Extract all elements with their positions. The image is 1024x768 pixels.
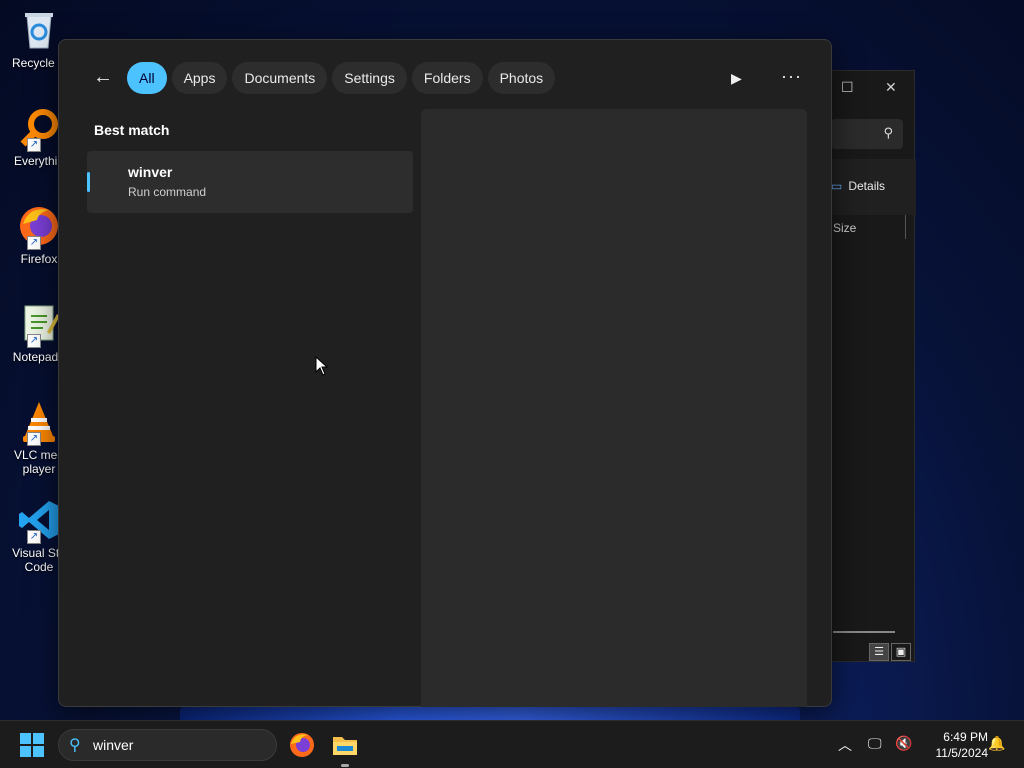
running-indicator [341,764,349,767]
taskbar-firefox[interactable] [288,731,316,759]
everything-search-icon: ↗ [17,106,61,152]
back-arrow-icon[interactable]: ← [93,66,113,89]
mouse-cursor-icon [315,356,329,376]
filter-documents[interactable]: Documents [232,62,328,94]
desktop-icon-label-line2: player [22,462,56,476]
filter-apps[interactable]: Apps [171,62,228,94]
start-button[interactable] [20,733,44,757]
column-header-size[interactable]: Size [833,221,856,235]
desktop-icon-label-line2: Code [24,560,54,574]
filter-folders[interactable]: Folders [411,62,483,94]
result-name: winver [128,164,173,180]
desktop-icon-label: Firefox [20,252,58,266]
vlc-icon: ↗ [17,400,61,446]
windows-logo-tile [20,733,31,744]
maximize-icon[interactable]: ☐ [841,79,854,96]
shortcut-arrow-icon: ↗ [27,530,41,544]
best-match-heading: Best match [94,122,170,138]
show-hidden-icons-chevron-icon[interactable]: ︿ [838,735,852,755]
column-separator[interactable] [905,215,906,239]
firefox-icon: ↗ [17,204,61,250]
play-icon[interactable]: ▶ [731,70,742,87]
details-icon: ▭ [831,179,843,193]
shortcut-arrow-icon: ↗ [27,138,41,152]
windows-logo-tile [20,746,31,757]
explorer-search-box[interactable]: ⚲ [831,119,903,149]
shortcut-arrow-icon: ↗ [27,236,41,250]
windows-logo-tile [33,733,44,744]
search-icon: ⚲ [883,125,893,140]
close-icon[interactable]: ✕ [885,79,897,96]
result-preview-pane [421,109,807,707]
filter-settings[interactable]: Settings [332,62,407,94]
search-flyout: ← All Apps Documents Settings Folders Ph… [58,39,832,707]
firefox-icon [290,733,314,757]
recycle-bin-icon [17,8,61,52]
filter-all[interactable]: All [127,62,167,94]
desktop-icon-label: Everythin [13,154,65,168]
result-type: Run command [128,185,207,199]
shortcut-arrow-icon: ↗ [27,334,41,348]
taskbar-search-box[interactable]: ⚲ [58,729,277,761]
notification-bell-icon[interactable]: 🔔 [988,735,1005,752]
search-icon: ⚲ [69,737,81,754]
selection-indicator [87,172,90,192]
taskbar-search-input[interactable] [93,735,263,755]
tiles-layout-icon[interactable]: ▣ [891,643,911,661]
taskbar-file-explorer[interactable] [331,731,359,767]
folder-icon [333,737,357,755]
vscode-icon: ↗ [17,498,61,544]
volume-muted-icon[interactable]: 🔇 [895,735,912,752]
search-filter-tabs: All Apps Documents Settings Folders Phot… [127,62,556,94]
desktop-icon-label: VLC med [13,448,65,462]
clock-time: 6:49 PM [943,730,988,744]
taskbar: ⚲ ︿ 🖵 🔇 6:49 PM 11/5/2024 🔔 [0,720,1024,768]
filter-photos[interactable]: Photos [487,62,556,94]
more-options-icon[interactable]: ··· [781,66,802,87]
best-match-result[interactable]: winver Run command [87,151,413,213]
shortcut-arrow-icon: ↗ [27,432,41,446]
windows-logo-tile [33,746,44,757]
horizontal-scrollbar[interactable] [833,631,895,633]
network-icon[interactable]: 🖵 [868,735,882,752]
details-view-button[interactable]: ▭ Details [831,179,885,193]
details-layout-icon[interactable]: ☰ [869,643,889,661]
notepad-plus-icon: ↗ [17,302,61,348]
clock-date: 11/5/2024 [935,746,989,760]
system-clock[interactable]: 6:49 PM 11/5/2024 [918,729,989,761]
